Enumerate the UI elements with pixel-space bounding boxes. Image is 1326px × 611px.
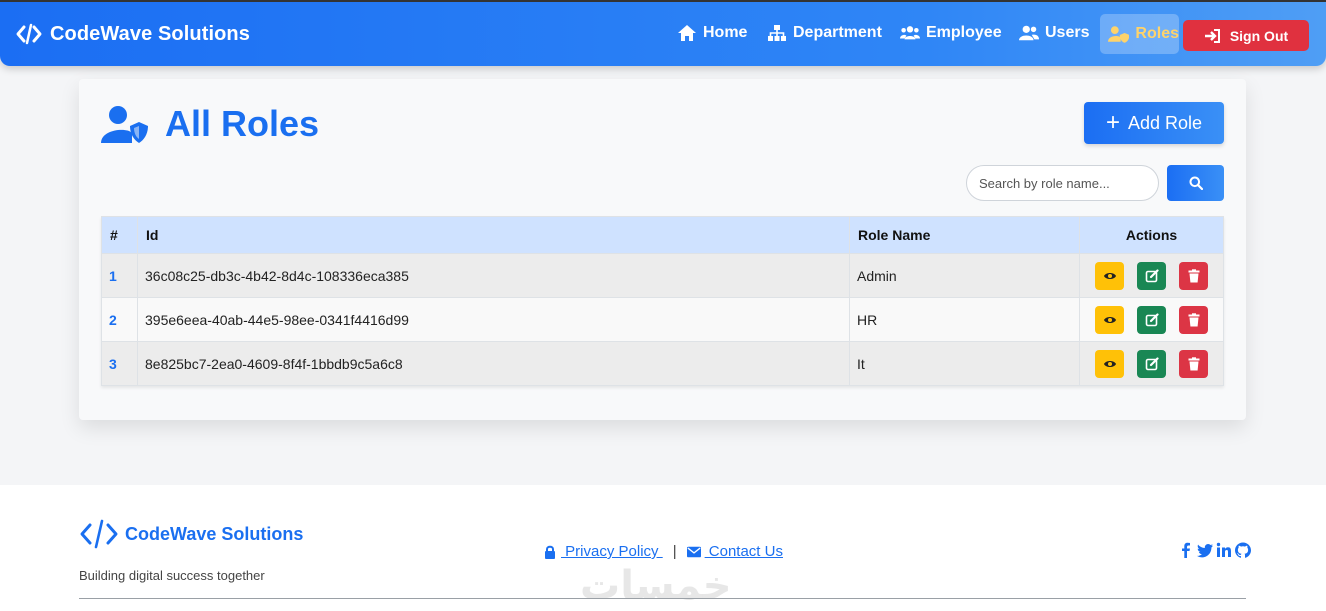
row-number: 2	[101, 297, 138, 342]
header-role-name[interactable]: Role Name	[849, 216, 1080, 254]
header-id[interactable]: Id	[137, 216, 850, 254]
row-role-name: HR	[849, 297, 1080, 342]
row-id: 395e6eea-40ab-44e5-98ee-0341f4416d99	[137, 297, 850, 342]
contact-us-label: Contact Us	[704, 543, 783, 560]
view-button[interactable]	[1095, 305, 1124, 334]
nav-item-label: Department	[793, 24, 882, 41]
trash-icon	[1188, 268, 1199, 282]
nav-item-employee[interactable]: Employee	[900, 24, 1002, 42]
roles-card: All Roles + Add Role # Id Role Name Acti…	[79, 79, 1246, 420]
search-button[interactable]	[1167, 165, 1224, 201]
twitter-icon[interactable]	[1197, 542, 1213, 558]
edit-icon	[1145, 356, 1159, 370]
row-id: 8e825bc7-2ea0-4609-8f4f-1bbdb9c5a6c8	[137, 341, 850, 386]
table-row: 1 36c08c25-db3c-4b42-8d4c-108336eca385 A…	[101, 253, 1224, 298]
table-header-row: # Id Role Name Actions	[101, 216, 1224, 254]
privacy-policy-link[interactable]: Privacy Policy	[543, 543, 663, 560]
sign-out-button[interactable]: Sign Out	[1183, 20, 1309, 51]
user-shield-icon	[1108, 26, 1130, 43]
people-group-icon	[900, 26, 920, 40]
add-role-label: Add Role	[1127, 112, 1203, 133]
search-icon	[1189, 176, 1203, 190]
delete-button[interactable]	[1179, 349, 1208, 378]
top-navbar: CodeWave Solutions Home Department Emplo…	[0, 0, 1326, 66]
header-actions: Actions	[1079, 216, 1224, 254]
delete-button[interactable]	[1179, 305, 1208, 334]
sign-out-icon	[1204, 28, 1220, 43]
footer-brand-name: CodeWave Solutions	[125, 523, 304, 544]
contact-us-link[interactable]: Contact Us	[686, 543, 783, 560]
edit-button[interactable]	[1137, 261, 1166, 290]
nav-item-roles[interactable]: Roles	[1100, 14, 1179, 54]
nav-item-department[interactable]: Department	[767, 24, 882, 42]
home-icon	[678, 25, 696, 41]
row-role-name: Admin	[849, 253, 1080, 298]
brand-name: CodeWave Solutions	[50, 22, 250, 45]
users-icon	[1019, 25, 1039, 41]
table-row: 3 8e825bc7-2ea0-4609-8f4f-1bbdb9c5a6c8 I…	[101, 341, 1224, 386]
page-title: All Roles	[101, 103, 319, 145]
edit-icon	[1145, 268, 1159, 282]
watermark: خمسات	[580, 563, 732, 609]
envelope-icon	[686, 546, 701, 557]
footer-links: Privacy Policy | Contact Us	[543, 543, 783, 560]
trash-icon	[1188, 312, 1199, 326]
row-number: 3	[101, 341, 138, 386]
facebook-icon[interactable]	[1178, 542, 1194, 558]
code-icon	[80, 519, 118, 549]
row-id: 36c08c25-db3c-4b42-8d4c-108336eca385	[137, 253, 850, 298]
lock-icon	[545, 545, 555, 559]
view-button[interactable]	[1095, 261, 1124, 290]
nav-item-label: Users	[1045, 24, 1090, 41]
footer-brand[interactable]: CodeWave Solutions	[79, 519, 303, 549]
sign-out-label: Sign Out	[1229, 27, 1289, 44]
nav-item-home[interactable]: Home	[677, 24, 747, 42]
nav-item-label: Employee	[926, 24, 1002, 41]
header-num[interactable]: #	[101, 216, 138, 254]
row-number: 1	[101, 253, 138, 298]
privacy-policy-label: Privacy Policy	[561, 543, 663, 560]
eye-icon	[1103, 272, 1116, 279]
delete-button[interactable]	[1179, 261, 1208, 290]
edit-icon	[1145, 312, 1159, 326]
edit-button[interactable]	[1137, 305, 1166, 334]
nav-item-label: Roles	[1135, 25, 1179, 42]
github-icon[interactable]	[1235, 542, 1251, 558]
footer: CodeWave Solutions Building digital succ…	[0, 485, 1326, 611]
row-role-name: It	[849, 341, 1080, 386]
nav-item-label: Home	[703, 24, 748, 41]
view-button[interactable]	[1095, 349, 1124, 378]
edit-button[interactable]	[1137, 349, 1166, 378]
footer-tagline: Building digital success together	[79, 568, 265, 583]
table-row: 2 395e6eea-40ab-44e5-98ee-0341f4416d99 H…	[101, 297, 1224, 342]
brand-logo[interactable]: CodeWave Solutions	[16, 22, 250, 46]
nav-item-users[interactable]: Users	[1019, 24, 1089, 42]
footer-separator: |	[672, 543, 677, 560]
eye-icon	[1103, 360, 1116, 367]
search-input[interactable]	[966, 165, 1159, 201]
user-shield-icon	[101, 106, 148, 143]
page-title-text: All Roles	[165, 103, 320, 144]
row-actions	[1079, 297, 1224, 342]
roles-table: # Id Role Name Actions 1 36c08c25-db3c-4…	[101, 216, 1224, 386]
trash-icon	[1188, 356, 1199, 370]
footer-divider	[79, 598, 1246, 599]
sitemap-icon	[768, 25, 786, 41]
plus-icon: +	[1105, 109, 1120, 136]
linkedin-icon[interactable]	[1216, 542, 1232, 558]
social-links	[1178, 542, 1251, 558]
row-actions	[1079, 253, 1224, 298]
code-icon	[16, 23, 42, 45]
eye-icon	[1103, 316, 1116, 323]
add-role-button[interactable]: + Add Role	[1084, 102, 1224, 144]
row-actions	[1079, 341, 1224, 386]
